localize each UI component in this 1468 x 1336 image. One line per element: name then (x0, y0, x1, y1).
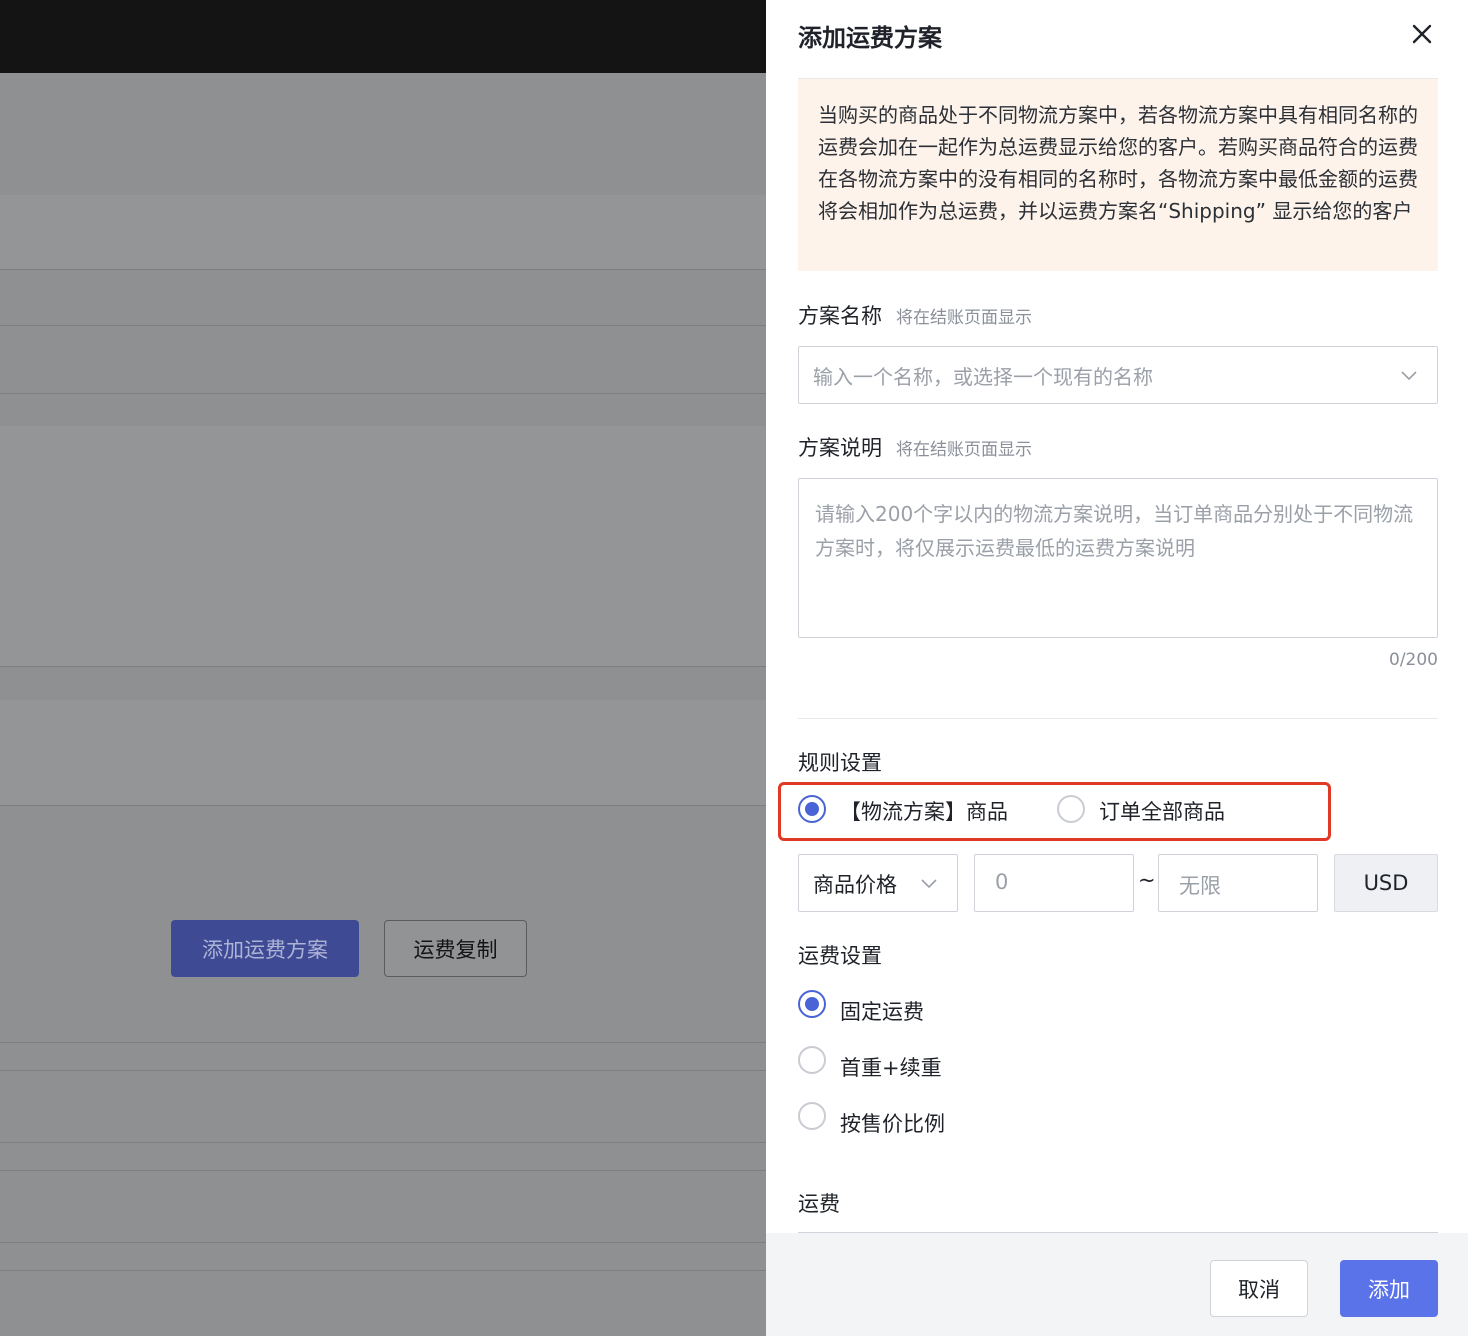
plan-desc-label-text: 方案说明 (798, 436, 882, 460)
plan-name-label-text: 方案名称 (798, 304, 882, 328)
rules-label: 规则设置 (798, 751, 882, 775)
divider (0, 666, 766, 667)
radio-weight-based-label: 首重+续重 (840, 1056, 942, 1080)
divider (0, 1042, 766, 1043)
divider (0, 1070, 766, 1071)
plan-name-label: 方案名称 将在结账页面显示 (798, 300, 1032, 330)
divider (0, 1170, 766, 1171)
divider (0, 269, 766, 270)
plan-name-hint: 将在结账页面显示 (896, 308, 1032, 328)
bg-panel (0, 700, 766, 805)
bg-copy-button: 运费复制 (384, 920, 527, 977)
plan-desc-hint: 将在结账页面显示 (896, 440, 1032, 460)
currency-addon: USD (1334, 854, 1438, 912)
min-value-placeholder: 0 (995, 870, 1009, 894)
chevron-down-icon (1401, 371, 1417, 381)
condition-select[interactable]: 商品价格 (798, 854, 958, 912)
divider (0, 1142, 766, 1143)
condition-value: 商品价格 (813, 873, 897, 897)
plan-name-select[interactable]: 输入一个名称，或选择一个现有的名称 (798, 346, 1438, 404)
close-button[interactable] (1406, 18, 1438, 50)
min-value-input[interactable]: 0 (974, 854, 1134, 912)
drawer-header: 添加运费方案 (798, 0, 1438, 79)
radio-fixed-fee-label: 固定运费 (840, 1000, 924, 1024)
drawer-title: 添加运费方案 (798, 24, 942, 52)
plan-desc-label: 方案说明 将在结账页面显示 (798, 432, 1032, 462)
divider (0, 1270, 766, 1271)
fee-settings-label: 运费设置 (798, 944, 882, 968)
highlight-box (778, 782, 1331, 841)
max-value-placeholder: 无限 (1179, 874, 1221, 898)
top-bar (0, 0, 766, 73)
range-separator: ~ (1138, 868, 1156, 892)
char-counter: 0/200 (1389, 650, 1438, 670)
bg-row (0, 195, 766, 270)
cancel-button[interactable]: 取消 (1210, 1260, 1308, 1317)
close-icon (1412, 24, 1432, 44)
plan-desc-textarea[interactable]: 请输入200个字以内的物流方案说明，当订单商品分别处于不同物流方案时，将仅展示运… (798, 478, 1438, 638)
section-divider (798, 718, 1438, 719)
chevron-down-icon (921, 879, 937, 889)
bg-add-plan-button: 添加运费方案 (171, 920, 359, 977)
info-notice: 当购买的商品处于不同物流方案中，若各物流方案中具有相同名称的运费会加在一起作为总… (798, 79, 1438, 271)
add-button[interactable]: 添加 (1340, 1260, 1438, 1317)
background-page: 添加运费方案 运费复制 (0, 0, 766, 1336)
max-value-input[interactable]: 无限 (1158, 854, 1318, 912)
bg-panel (0, 426, 766, 666)
divider (0, 393, 766, 394)
divider (0, 325, 766, 326)
divider (0, 1242, 766, 1243)
radio-price-ratio[interactable] (798, 1102, 826, 1130)
divider (0, 805, 766, 806)
plan-name-placeholder: 输入一个名称，或选择一个现有的名称 (813, 365, 1153, 389)
radio-fixed-fee[interactable] (798, 990, 826, 1018)
radio-weight-based[interactable] (798, 1046, 826, 1074)
add-shipping-plan-drawer: 添加运费方案 当购买的商品处于不同物流方案中，若各物流方案中具有相同名称的运费会… (766, 0, 1468, 1336)
radio-price-ratio-label: 按售价比例 (840, 1112, 945, 1136)
fee-label: 运费 (798, 1192, 840, 1216)
